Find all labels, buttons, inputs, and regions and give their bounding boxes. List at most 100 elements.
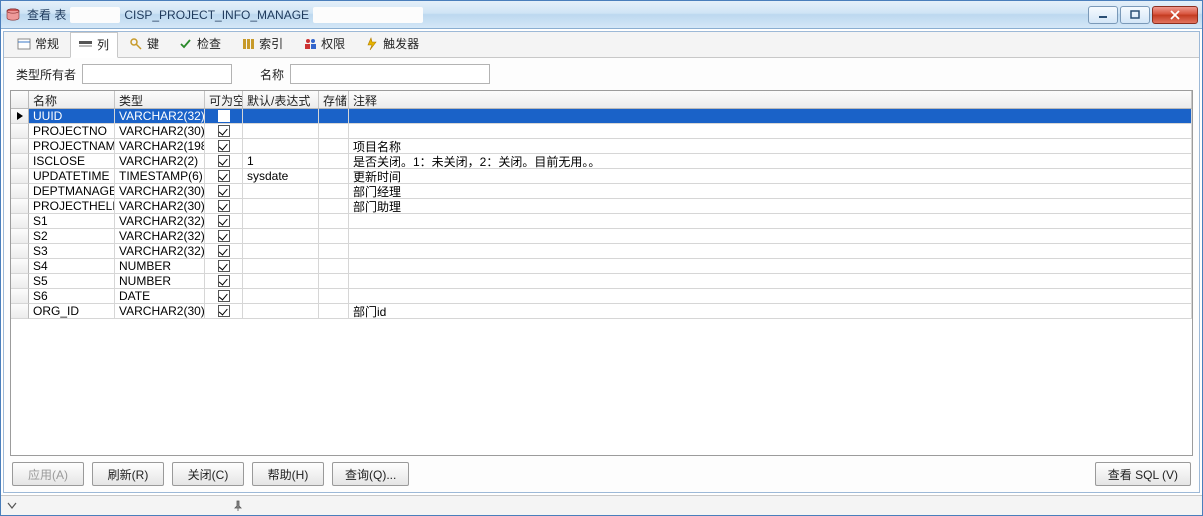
cell-name[interactable]: PROJECTNAME [29, 139, 115, 154]
table-row[interactable]: S3VARCHAR2(32) [11, 244, 1192, 259]
query-button[interactable]: 查询(Q)... [332, 462, 409, 486]
owner-input[interactable] [82, 64, 232, 84]
cell-storage[interactable] [319, 259, 349, 274]
cell-comment[interactable] [349, 259, 1192, 274]
cell-name[interactable]: DEPTMANAGERID [29, 184, 115, 199]
cell-name[interactable]: S2 [29, 229, 115, 244]
cell-type[interactable]: VARCHAR2(30) [115, 124, 205, 139]
row-gutter[interactable] [11, 154, 29, 169]
cell-nullable[interactable] [205, 124, 243, 139]
cell-type[interactable]: VARCHAR2(30) [115, 304, 205, 319]
cell-type[interactable]: VARCHAR2(198) [115, 139, 205, 154]
cell-nullable[interactable] [205, 154, 243, 169]
cell-storage[interactable] [319, 139, 349, 154]
cell-nullable[interactable] [205, 289, 243, 304]
cell-storage[interactable] [319, 274, 349, 289]
pin-icon[interactable] [231, 499, 245, 513]
nullable-checkbox[interactable] [218, 170, 230, 182]
name-input[interactable] [290, 64, 490, 84]
cell-comment[interactable]: 部门助理 [349, 199, 1192, 214]
minimize-button[interactable] [1088, 6, 1118, 24]
cell-storage[interactable] [319, 244, 349, 259]
row-gutter[interactable] [11, 214, 29, 229]
cell-storage[interactable] [319, 199, 349, 214]
nullable-checkbox[interactable] [218, 290, 230, 302]
cell-default[interactable]: sysdate [243, 169, 319, 184]
cell-nullable[interactable] [205, 139, 243, 154]
nullable-checkbox[interactable] [218, 185, 230, 197]
cell-default[interactable] [243, 244, 319, 259]
table-row[interactable]: DEPTMANAGERIDVARCHAR2(30)部门经理 [11, 184, 1192, 199]
cell-nullable[interactable] [205, 214, 243, 229]
cell-comment[interactable] [349, 289, 1192, 304]
table-row[interactable]: S1VARCHAR2(32) [11, 214, 1192, 229]
cell-nullable[interactable] [205, 184, 243, 199]
cell-nullable[interactable] [205, 274, 243, 289]
nullable-checkbox[interactable] [218, 110, 230, 122]
header-type[interactable]: 类型 [115, 91, 205, 108]
cell-nullable[interactable] [205, 199, 243, 214]
header-nullable[interactable]: 可为空 [205, 91, 243, 108]
table-row[interactable]: S4NUMBER [11, 259, 1192, 274]
row-gutter[interactable] [11, 124, 29, 139]
cell-default[interactable] [243, 124, 319, 139]
row-gutter[interactable] [11, 259, 29, 274]
cell-nullable[interactable] [205, 109, 243, 124]
tab-privileges[interactable]: 权限 [294, 31, 354, 57]
columns-grid[interactable]: 名称 类型 可为空 默认/表达式 存储 注释 UUIDVARCHAR2(32)P… [10, 90, 1193, 456]
row-gutter[interactable] [11, 229, 29, 244]
cell-storage[interactable] [319, 124, 349, 139]
titlebar[interactable]: 查看 表 CISP_PROJECT_INFO_MANAGE [1, 1, 1202, 29]
cell-type[interactable]: VARCHAR2(32) [115, 229, 205, 244]
close-dialog-button[interactable]: 关闭(C) [172, 462, 244, 486]
row-gutter[interactable] [11, 289, 29, 304]
status-dropdown-icon[interactable] [7, 499, 17, 513]
cell-comment[interactable]: 更新时间 [349, 169, 1192, 184]
row-gutter[interactable] [11, 184, 29, 199]
cell-comment[interactable] [349, 274, 1192, 289]
grid-body[interactable]: UUIDVARCHAR2(32)PROJECTNOVARCHAR2(30)PRO… [11, 109, 1192, 455]
cell-default[interactable] [243, 274, 319, 289]
cell-comment[interactable] [349, 229, 1192, 244]
cell-comment[interactable] [349, 244, 1192, 259]
cell-type[interactable]: NUMBER [115, 274, 205, 289]
cell-comment[interactable]: 部门id [349, 304, 1192, 319]
refresh-button[interactable]: 刷新(R) [92, 462, 164, 486]
cell-name[interactable]: UUID [29, 109, 115, 124]
nullable-checkbox[interactable] [218, 125, 230, 137]
nullable-checkbox[interactable] [218, 230, 230, 242]
cell-storage[interactable] [319, 289, 349, 304]
nullable-checkbox[interactable] [218, 245, 230, 257]
row-gutter[interactable] [11, 199, 29, 214]
cell-default[interactable] [243, 229, 319, 244]
cell-name[interactable]: S4 [29, 259, 115, 274]
cell-comment[interactable]: 项目名称 [349, 139, 1192, 154]
nullable-checkbox[interactable] [218, 305, 230, 317]
cell-comment[interactable] [349, 214, 1192, 229]
row-gutter[interactable] [11, 109, 29, 124]
cell-type[interactable]: VARCHAR2(32) [115, 244, 205, 259]
row-gutter[interactable] [11, 274, 29, 289]
nullable-checkbox[interactable] [218, 215, 230, 227]
table-row[interactable]: ISCLOSEVARCHAR2(2)1是否关闭。1：未关闭，2：关闭。目前无用。… [11, 154, 1192, 169]
tab-keys[interactable]: 键 [120, 31, 168, 57]
apply-button[interactable]: 应用(A) [12, 462, 84, 486]
nullable-checkbox[interactable] [218, 140, 230, 152]
cell-comment[interactable]: 部门经理 [349, 184, 1192, 199]
cell-name[interactable]: S6 [29, 289, 115, 304]
nullable-checkbox[interactable] [218, 155, 230, 167]
header-name[interactable]: 名称 [29, 91, 115, 108]
cell-name[interactable]: ORG_ID [29, 304, 115, 319]
cell-comment[interactable] [349, 124, 1192, 139]
nullable-checkbox[interactable] [218, 275, 230, 287]
cell-name[interactable]: ISCLOSE [29, 154, 115, 169]
cell-default[interactable] [243, 214, 319, 229]
header-comment[interactable]: 注释 [349, 91, 1192, 108]
cell-type[interactable]: NUMBER [115, 259, 205, 274]
cell-storage[interactable] [319, 154, 349, 169]
table-row[interactable]: PROJECTHELPERVARCHAR2(30)部门助理 [11, 199, 1192, 214]
tab-checks[interactable]: 检查 [170, 31, 230, 57]
help-button[interactable]: 帮助(H) [252, 462, 324, 486]
cell-name[interactable]: S5 [29, 274, 115, 289]
cell-type[interactable]: TIMESTAMP(6) [115, 169, 205, 184]
